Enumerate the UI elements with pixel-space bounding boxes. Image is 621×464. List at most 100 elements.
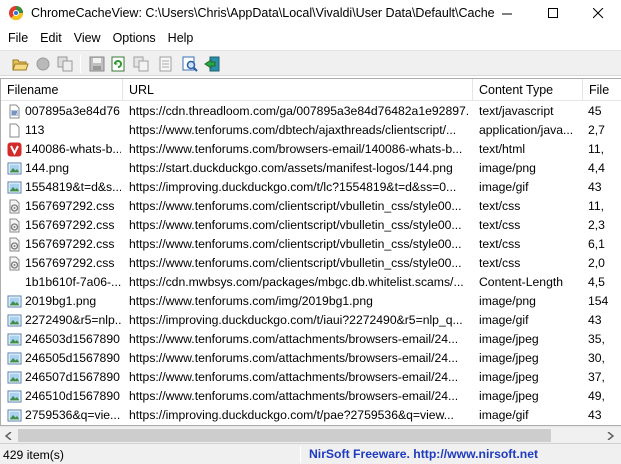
content-type-cell: text/css [479, 237, 521, 251]
close-icon [592, 8, 603, 19]
url-cell: https://www.tenforums.com/clientscript/v… [129, 237, 462, 251]
filename-cell: 246510d1567890... [25, 389, 121, 403]
open-folder-button[interactable] [10, 54, 30, 74]
filename-cell: 1554819&t=d&s... [25, 180, 121, 194]
file-size-cell: 6,1 [588, 237, 605, 251]
item-count: 429 item(s) [3, 448, 64, 462]
horizontal-scrollbar[interactable] [0, 426, 621, 443]
title-bar: ChromeCacheView: C:\Users\Chris\AppData\… [0, 0, 621, 27]
content-type-cell: image/jpeg [479, 332, 539, 346]
table-row[interactable]: 144.png https://start.duckduckgo.com/asse… [1, 159, 621, 178]
filename-cell: 144.png [25, 161, 70, 175]
column-content-type[interactable]: Content Type [473, 79, 583, 101]
minimize-icon [501, 13, 512, 15]
file-size-cell: 154 [588, 294, 609, 308]
stop-icon [36, 57, 50, 71]
table-row[interactable]: 2272490&r5=nlp... https://improving.duckd… [1, 311, 621, 330]
url-cell: https://www.tenforums.com/attachments/br… [129, 370, 459, 384]
url-cell: https://www.tenforums.com/browsers-email… [129, 142, 463, 156]
table-row[interactable]: 2019bg1.png https://www.tenforums.com/img… [1, 292, 621, 311]
menu-options[interactable]: Options [107, 28, 162, 48]
table-row[interactable]: 246510d1567890... https://www.tenforums.c… [1, 387, 621, 406]
table-row[interactable]: 007895a3e84d76... https://cdn.threadloom.… [1, 102, 621, 121]
table-row[interactable]: 1b1b610f-7a06-... https://cdn.mwbsys.com/… [1, 273, 621, 292]
save-button[interactable] [87, 54, 107, 74]
copy-files-button[interactable] [55, 54, 75, 74]
menu-help[interactable]: Help [162, 28, 200, 48]
refresh-button[interactable] [108, 54, 128, 74]
copy-button[interactable] [131, 54, 151, 74]
vivaldi-icon [7, 142, 22, 157]
file-size-cell: 30, [588, 351, 605, 365]
column-url[interactable]: URL [123, 79, 473, 101]
css-file-icon [9, 237, 20, 252]
image-file-icon [7, 181, 22, 194]
file-size-cell: 4,4 [588, 161, 605, 175]
image-file-icon [7, 314, 22, 327]
folder-open-icon [11, 59, 29, 70]
content-type-cell: image/gif [479, 313, 529, 327]
close-button[interactable] [575, 0, 621, 27]
file-size-cell: 11, [588, 142, 605, 156]
menu-view[interactable]: View [68, 28, 107, 48]
save-icon [89, 56, 105, 72]
url-cell: https://cdn.threadloom.com/ga/007895a3e8… [129, 104, 469, 118]
content-type-cell: image/jpeg [479, 370, 539, 384]
scroll-right-button[interactable] [602, 428, 618, 443]
table-row[interactable]: 140086-whats-b... https://www.tenforums.c… [1, 140, 621, 159]
copy-icon [133, 56, 149, 72]
html-report-button[interactable] [156, 54, 176, 74]
cache-list[interactable]: Filename URL Content Type File 007895a3e… [0, 78, 621, 426]
table-row[interactable]: 246507d1567890... https://www.tenforums.c… [1, 368, 621, 387]
filename-cell: 246507d1567890... [25, 370, 121, 384]
url-cell: https://www.tenforums.com/attachments/br… [129, 389, 459, 403]
status-bar: 429 item(s) NirSoft Freeware. http://www… [0, 443, 621, 464]
column-filename[interactable]: Filename [1, 79, 123, 101]
stop-button[interactable] [33, 54, 53, 74]
table-row[interactable]: 113 https://www.tenforums.com/dbtech/ajax… [1, 121, 621, 140]
filename-cell: 113 [25, 123, 45, 137]
filename-cell: 246503d1567890... [25, 332, 121, 346]
image-file-icon [7, 409, 22, 422]
table-row[interactable]: 2759536&q=vie... https://improving.duckdu… [1, 406, 621, 425]
table-row[interactable]: 1554819&t=d&s... https://improving.duckdu… [1, 178, 621, 197]
menu-file[interactable]: File [0, 28, 34, 48]
report-icon [159, 56, 172, 72]
scroll-left-button[interactable] [1, 428, 17, 443]
table-row[interactable]: 1567697292.css https://www.tenforums.com/… [1, 216, 621, 235]
script-file-icon [9, 104, 20, 119]
maximize-button[interactable] [530, 0, 576, 27]
nirsoft-link[interactable]: NirSoft Freeware. http://www.nirsoft.net [309, 447, 538, 461]
file-size-cell: 2,7 [588, 123, 605, 137]
filename-cell: 1b1b610f-7a06-... [25, 275, 121, 289]
content-type-cell: image/png [479, 161, 536, 175]
chevron-left-icon [5, 431, 12, 440]
menu-edit[interactable]: Edit [34, 28, 68, 48]
url-cell: https://www.tenforums.com/attachments/br… [129, 332, 459, 346]
table-row[interactable]: 1567697292.css https://www.tenforums.com/… [1, 254, 621, 273]
css-file-icon [9, 199, 20, 214]
filename-cell: 2759536&q=vie... [25, 408, 121, 422]
table-row[interactable]: 246505d1567890... https://www.tenforums.c… [1, 349, 621, 368]
column-file-size[interactable]: File [583, 79, 621, 101]
filename-cell: 2019bg1.png [25, 294, 97, 308]
url-cell: https://www.tenforums.com/attachments/br… [129, 351, 459, 365]
content-type-cell: text/css [479, 199, 521, 213]
url-cell: https://improving.duckduckgo.com/t/iaui?… [129, 313, 463, 327]
find-button[interactable] [180, 54, 200, 74]
window-title: ChromeCacheView: C:\Users\Chris\AppData\… [31, 6, 495, 20]
table-row[interactable]: 1567697292.css https://www.tenforums.com/… [1, 197, 621, 216]
file-size-cell: 45 [588, 104, 602, 118]
table-row[interactable]: 1567697292.css https://www.tenforums.com/… [1, 235, 621, 254]
url-cell: https://www.tenforums.com/dbtech/ajaxthr… [129, 123, 457, 137]
image-file-icon [7, 390, 22, 403]
content-type-cell: Content-Length [479, 275, 564, 289]
file-size-cell: 43 [588, 180, 602, 194]
css-file-icon [9, 218, 20, 233]
file-size-cell: 35, [588, 332, 605, 346]
minimize-button[interactable] [484, 0, 530, 27]
table-row[interactable]: 246503d1567890... https://www.tenforums.c… [1, 330, 621, 349]
scroll-thumb[interactable] [18, 429, 551, 442]
content-type-cell: text/html [479, 142, 526, 156]
exit-button[interactable] [202, 54, 222, 74]
